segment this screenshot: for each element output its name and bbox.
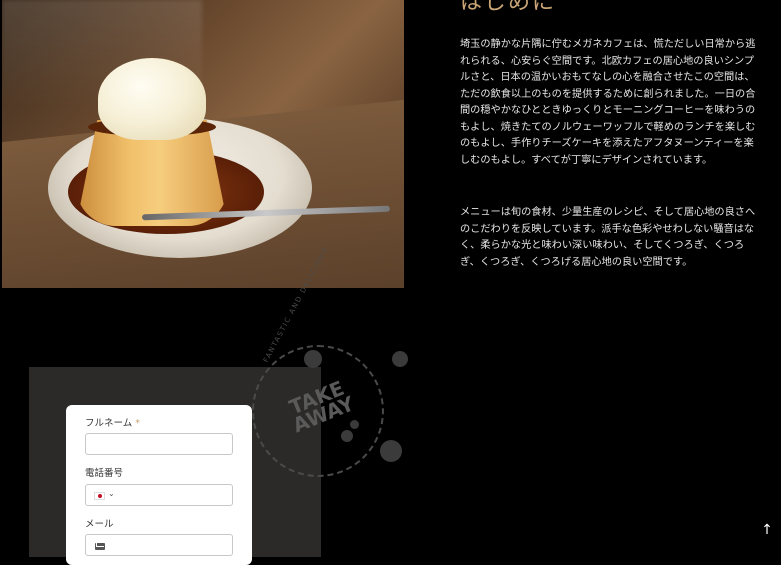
intro-paragraph-2: メニューは旬の食材、少量生産のレシピ、そして居心地の良さへのこだわりを反映してい… xyxy=(460,207,756,268)
fullname-label-text: フルネーム xyxy=(85,418,133,429)
chevron-down-icon[interactable]: ⌄ xyxy=(108,489,115,498)
hero-photo-pudding xyxy=(2,0,404,288)
scroll-to-top-button[interactable]: ↑ xyxy=(757,520,777,540)
fullname-input[interactable] xyxy=(85,433,233,455)
required-mark: * xyxy=(135,418,140,429)
badge-dot xyxy=(341,430,353,442)
intro-heading: はじめに xyxy=(460,0,557,15)
badge-dot xyxy=(380,440,402,462)
japan-flag-icon[interactable] xyxy=(94,492,105,500)
contact-form: フルネーム * 電話番号 ⌄ メール xyxy=(66,405,252,565)
envelope-icon xyxy=(95,543,105,550)
badge-dot xyxy=(350,420,359,429)
email-label: メール xyxy=(85,519,114,530)
intro-paragraph-1: 埼玉の静かな片隅に佇むメガネカフェは、慌ただしい日常から逃れられる、心安らぐ空間… xyxy=(460,39,756,166)
phone-input[interactable]: ⌄ xyxy=(85,484,233,506)
photo-ice-cream xyxy=(98,58,206,140)
fullname-label: フルネーム * xyxy=(85,415,140,429)
badge-dot xyxy=(392,351,408,367)
phone-label: 電話番号 xyxy=(85,468,124,479)
badge-dot xyxy=(304,350,322,368)
email-input[interactable] xyxy=(85,534,233,556)
